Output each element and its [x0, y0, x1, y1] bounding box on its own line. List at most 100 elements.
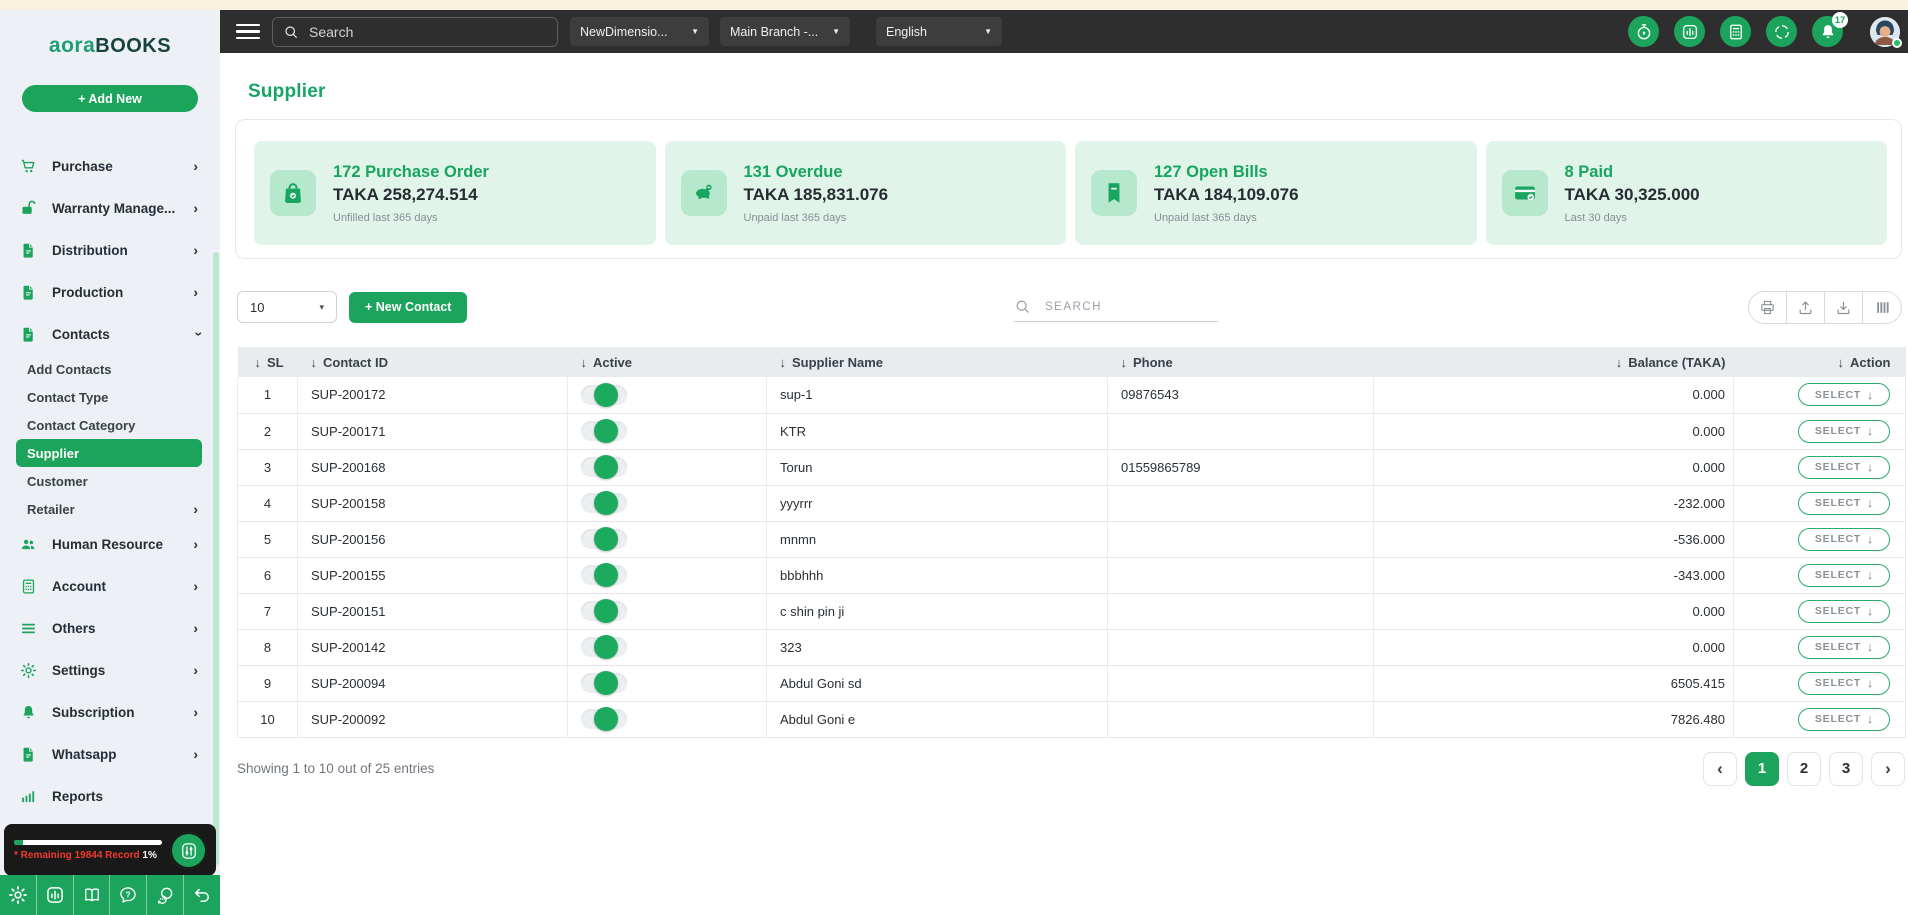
row-select-button[interactable]: SELECT ↓ [1798, 599, 1890, 623]
active-toggle[interactable] [581, 382, 627, 407]
sort-icon[interactable]: ↓ [780, 355, 787, 370]
sort-icon[interactable]: ↓ [1616, 355, 1623, 370]
global-search[interactable] [272, 16, 558, 47]
bell-icon[interactable]: 17 [1812, 12, 1848, 47]
summary-cards: 172 Purchase Order TAKA 258,274.514 Unfi… [235, 119, 1902, 259]
sidebar-item[interactable]: Others › [0, 607, 220, 649]
row-select-button[interactable]: SELECT ↓ [1798, 635, 1890, 659]
sidebar-item[interactable]: Whatsapp › [0, 733, 220, 775]
column-header[interactable]: ↓ Balance (TAKA) [1373, 347, 1734, 377]
scan-icon[interactable] [1766, 16, 1797, 47]
row-select-button[interactable]: SELECT ↓ [1798, 455, 1890, 479]
settings-icon[interactable] [0, 875, 37, 915]
sidebar-item[interactable]: Production › [0, 271, 220, 313]
sidebar-item[interactable]: Account › [0, 565, 220, 607]
download-icon[interactable] [1825, 291, 1863, 323]
sort-icon[interactable]: ↓ [1838, 355, 1845, 370]
column-header[interactable]: ↓ SL [237, 347, 298, 377]
sidebar-item[interactable]: Distribution › [0, 229, 220, 271]
sidebar-item[interactable]: Customer [0, 467, 220, 495]
column-header[interactable]: ↓ Phone [1107, 347, 1374, 377]
add-new-button[interactable]: + Add New [22, 85, 198, 112]
active-toggle[interactable] [581, 671, 627, 695]
sort-icon[interactable]: ↓ [1121, 355, 1128, 370]
caret-down-icon: ▼ [832, 27, 840, 36]
active-toggle[interactable] [581, 599, 627, 623]
select-label: SELECT [1814, 533, 1862, 545]
active-toggle[interactable] [581, 563, 627, 587]
toggle-knob [594, 455, 618, 479]
sidebar-item[interactable]: Contact Category [0, 411, 220, 439]
sidebar-item[interactable]: Settings › [0, 649, 220, 691]
preferences-button[interactable] [170, 832, 207, 869]
sidebar-item[interactable]: Warranty Manage... › [0, 187, 220, 229]
active-toggle[interactable] [581, 635, 627, 659]
page-button[interactable]: 2 [1787, 751, 1821, 786]
row-select-button[interactable]: SELECT ↓ [1798, 491, 1890, 515]
timer-icon[interactable] [1628, 16, 1659, 47]
active-toggle[interactable] [581, 707, 627, 731]
column-header[interactable]: ↓ Supplier Name [766, 347, 1108, 377]
active-toggle[interactable] [581, 455, 627, 479]
sidebar-item[interactable]: Supplier [16, 439, 202, 467]
sidebar-item[interactable]: Subscription › [0, 691, 220, 733]
sidebar-item-icon [20, 158, 37, 175]
table-search[interactable] [1014, 292, 1218, 322]
row-select-button[interactable]: SELECT ↓ [1798, 671, 1890, 695]
active-toggle[interactable] [581, 419, 627, 443]
support-chat-icon[interactable] [147, 875, 185, 915]
active-toggle[interactable] [581, 491, 627, 515]
sidebar-item[interactable]: Reports [0, 775, 220, 817]
sidebar-item[interactable]: Contact Type [0, 383, 220, 411]
language-dropdown[interactable]: English ▼ [876, 17, 1002, 46]
page-button[interactable]: 3 [1829, 751, 1863, 786]
column-header[interactable]: ↓ Contact ID [297, 347, 568, 377]
row-select-button[interactable]: SELECT ↓ [1798, 707, 1890, 731]
table-search-input[interactable] [1045, 300, 1218, 313]
column-header[interactable]: ↓ Action [1733, 347, 1906, 377]
sidebar-item[interactable]: Human Resource › [0, 523, 220, 565]
summary-card-title: 172 Purchase Order [333, 162, 489, 181]
print-icon[interactable] [1749, 291, 1787, 323]
stats-icon[interactable] [37, 875, 74, 915]
global-search-input[interactable] [309, 23, 547, 40]
chart-icon[interactable] [1674, 16, 1705, 47]
sort-icon[interactable]: ↓ [311, 355, 318, 370]
page-button[interactable]: › [1871, 751, 1905, 786]
sort-icon[interactable]: ↓ [581, 355, 588, 370]
row-select-button[interactable]: SELECT ↓ [1798, 383, 1890, 407]
sidebar-item[interactable]: Purchase › [0, 145, 220, 187]
row-select-button[interactable]: SELECT ↓ [1798, 527, 1890, 551]
row-select-button[interactable]: SELECT ↓ [1798, 563, 1890, 587]
toggle-knob [594, 491, 618, 515]
sidebar-item[interactable]: Retailer › [0, 495, 220, 523]
sidebar-scrollbar[interactable] [213, 252, 219, 865]
page-button[interactable]: 1 [1745, 751, 1779, 786]
export-icon[interactable] [1787, 291, 1825, 323]
undo-icon[interactable] [184, 875, 220, 915]
column-header[interactable]: ↓ Active [567, 347, 767, 377]
sidebar-item-label: Human Resource [52, 536, 164, 552]
help-icon[interactable] [110, 875, 148, 915]
app-logo[interactable]: aora BOOKS [0, 34, 220, 58]
cell-phone [1107, 521, 1374, 558]
active-toggle[interactable] [581, 527, 627, 551]
sort-icon[interactable]: ↓ [255, 355, 262, 370]
cell-balance: 0.000 [1373, 593, 1734, 630]
calculator-icon[interactable] [1720, 16, 1751, 47]
branch-dropdown[interactable]: Main Branch -... ▼ [720, 17, 850, 46]
company-dropdown[interactable]: NewDimensio... ▼ [570, 17, 709, 46]
docs-icon[interactable] [74, 875, 111, 915]
sidebar-item[interactable]: Contacts › [0, 313, 220, 355]
page-button[interactable]: ‹ [1703, 751, 1737, 786]
user-avatar[interactable] [1870, 16, 1902, 48]
row-select-button[interactable]: SELECT ↓ [1798, 419, 1890, 443]
menu-toggle-icon[interactable] [236, 23, 260, 40]
cell-contact-id: SUP-200155 [297, 557, 568, 594]
new-contact-button[interactable]: + New Contact [349, 291, 468, 323]
columns-icon[interactable] [1863, 292, 1901, 323]
page-size-select[interactable]: 10 ▾ [237, 291, 337, 323]
sidebar-item[interactable]: Add Contacts [0, 355, 220, 383]
arrow-down-icon: ↓ [1867, 604, 1874, 618]
select-label: SELECT [1814, 605, 1862, 617]
